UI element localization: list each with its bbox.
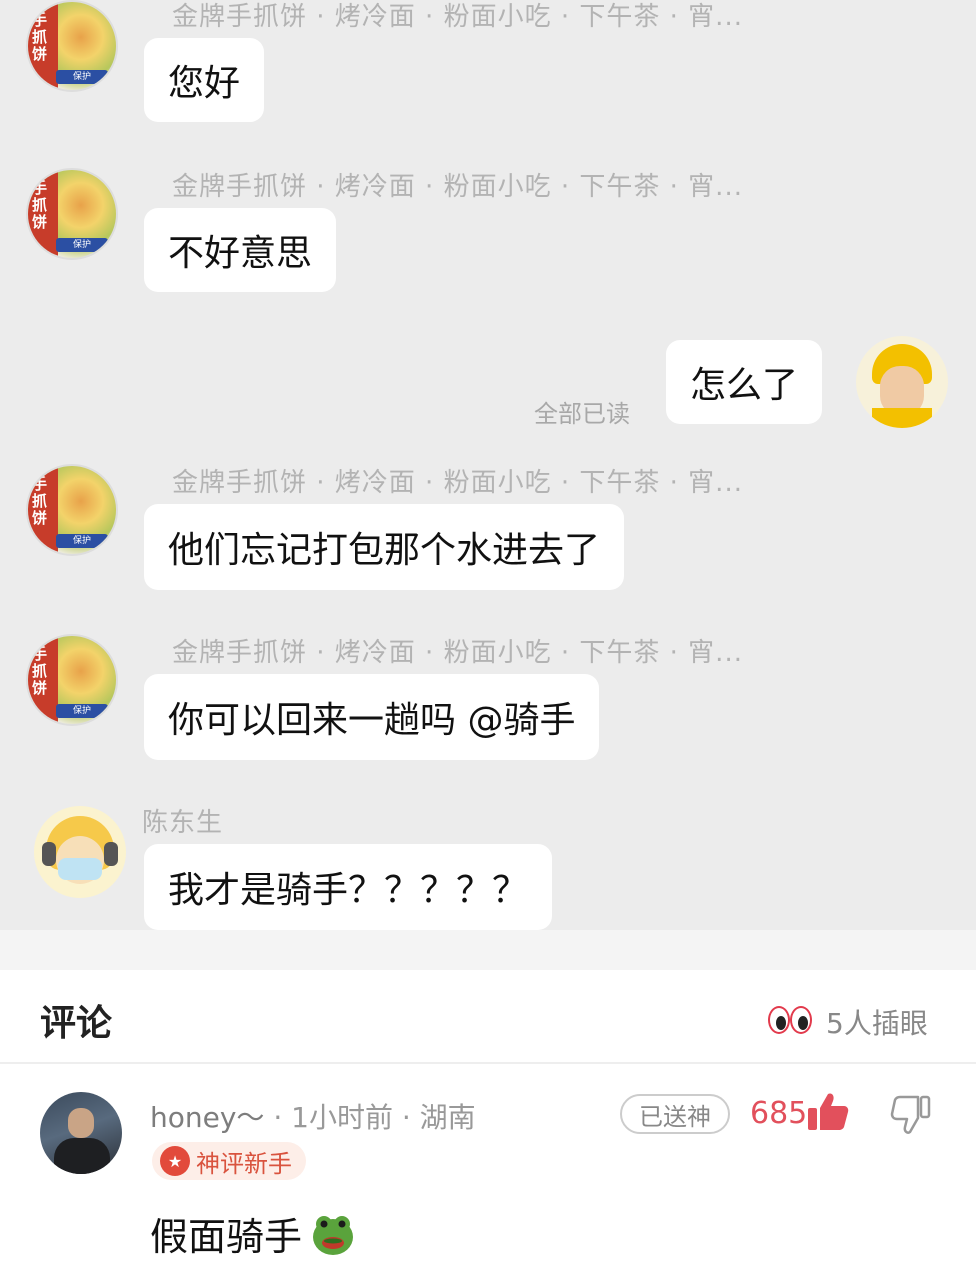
message-sender: 金牌手抓饼 · 烤冷面 · 粉面小吃 · 下午茶 · 宵... xyxy=(172,638,743,668)
avatar-tag: 保护 xyxy=(56,534,108,548)
message-bubble[interactable]: 不好意思 xyxy=(144,208,337,292)
comment-location: · 湖南 xyxy=(401,1101,476,1134)
message-sender: 金牌手抓饼 · 烤冷面 · 粉面小吃 · 下午茶 · 宵... xyxy=(172,468,743,498)
badge-label: 神评新手 xyxy=(196,1149,292,1178)
avatar-band-text: 手抓饼 xyxy=(32,11,48,63)
message-bubble[interactable]: 你可以回来一趟吗 @骑手 xyxy=(144,674,600,760)
avatar-head xyxy=(68,1108,94,1138)
like-count: 685 xyxy=(750,1096,808,1131)
thumb-down-icon[interactable] xyxy=(890,1094,932,1136)
eye-right xyxy=(790,1006,812,1034)
frog-emoji-icon xyxy=(313,1215,354,1255)
peek-count[interactable]: 5人插眼 xyxy=(826,1002,928,1042)
pupil xyxy=(798,1016,808,1030)
comment-text: 假面骑手 xyxy=(150,1206,356,1261)
comment-body: 假面骑手 xyxy=(150,1215,303,1259)
avatar-body xyxy=(54,1138,110,1174)
avatar-band-text: 手抓饼 xyxy=(32,179,48,231)
pupil xyxy=(776,1016,786,1030)
message-bubble[interactable]: 您好 xyxy=(144,38,265,122)
avatar-tag: 保护 xyxy=(56,70,108,84)
comment-time: · 1小时前 xyxy=(273,1101,393,1134)
god-comment-badge-icon: ★ xyxy=(160,1146,190,1176)
message-bubble-self[interactable]: 怎么了 xyxy=(666,340,823,424)
rider-avatar[interactable] xyxy=(34,806,126,898)
headphone-right xyxy=(104,842,118,866)
shop-avatar[interactable]: 手抓饼 保护 xyxy=(26,464,118,556)
message-bubble[interactable]: 他们忘记打包那个水进去了 xyxy=(144,504,625,590)
username[interactable]: honey～ xyxy=(150,1101,264,1134)
message-sender: 陈东生 xyxy=(142,808,224,838)
comment-item: honey～ · 1小时前 · 湖南 ★ 神评新手 已送神 685 假面骑手 xyxy=(0,1066,976,1280)
message-sender: 金牌手抓饼 · 烤冷面 · 粉面小吃 · 下午茶 · 宵... xyxy=(172,2,743,32)
chat-area: 手抓饼 保护 金牌手抓饼 · 烤冷面 · 粉面小吃 · 下午茶 · 宵... 您… xyxy=(0,0,976,930)
thumb-up-icon[interactable] xyxy=(806,1090,850,1134)
avatar-band-text: 手抓饼 xyxy=(32,645,48,697)
headphone-left xyxy=(42,842,56,866)
sent-god-button[interactable]: 已送神 xyxy=(620,1094,730,1134)
comments-header: 评论 5人插眼 xyxy=(0,970,976,1064)
shop-avatar[interactable]: 手抓饼 保护 xyxy=(26,634,118,726)
eyes-icon[interactable] xyxy=(768,1000,816,1036)
avatar-tag: 保护 xyxy=(56,238,108,252)
mask-shape xyxy=(58,858,102,880)
collar-shape xyxy=(872,408,932,428)
message-sender: 金牌手抓饼 · 烤冷面 · 粉面小吃 · 下午茶 · 宵... xyxy=(172,172,743,202)
comment-meta: honey～ · 1小时前 · 湖南 xyxy=(150,1096,476,1136)
message-bubble[interactable]: 我才是骑手？？？？？ xyxy=(144,844,553,930)
self-avatar[interactable] xyxy=(856,336,948,428)
shop-avatar[interactable]: 手抓饼 保护 xyxy=(26,0,118,92)
comments-title: 评论 xyxy=(40,1003,113,1044)
user-avatar[interactable] xyxy=(40,1092,122,1174)
avatar-tag: 保护 xyxy=(56,704,108,718)
shop-avatar[interactable]: 手抓饼 保护 xyxy=(26,168,118,260)
read-status: 全部已读 xyxy=(534,400,630,428)
user-badge[interactable]: ★ 神评新手 xyxy=(152,1142,306,1180)
section-divider xyxy=(0,930,976,970)
avatar-band-text: 手抓饼 xyxy=(32,475,48,527)
eye-left xyxy=(768,1006,790,1034)
